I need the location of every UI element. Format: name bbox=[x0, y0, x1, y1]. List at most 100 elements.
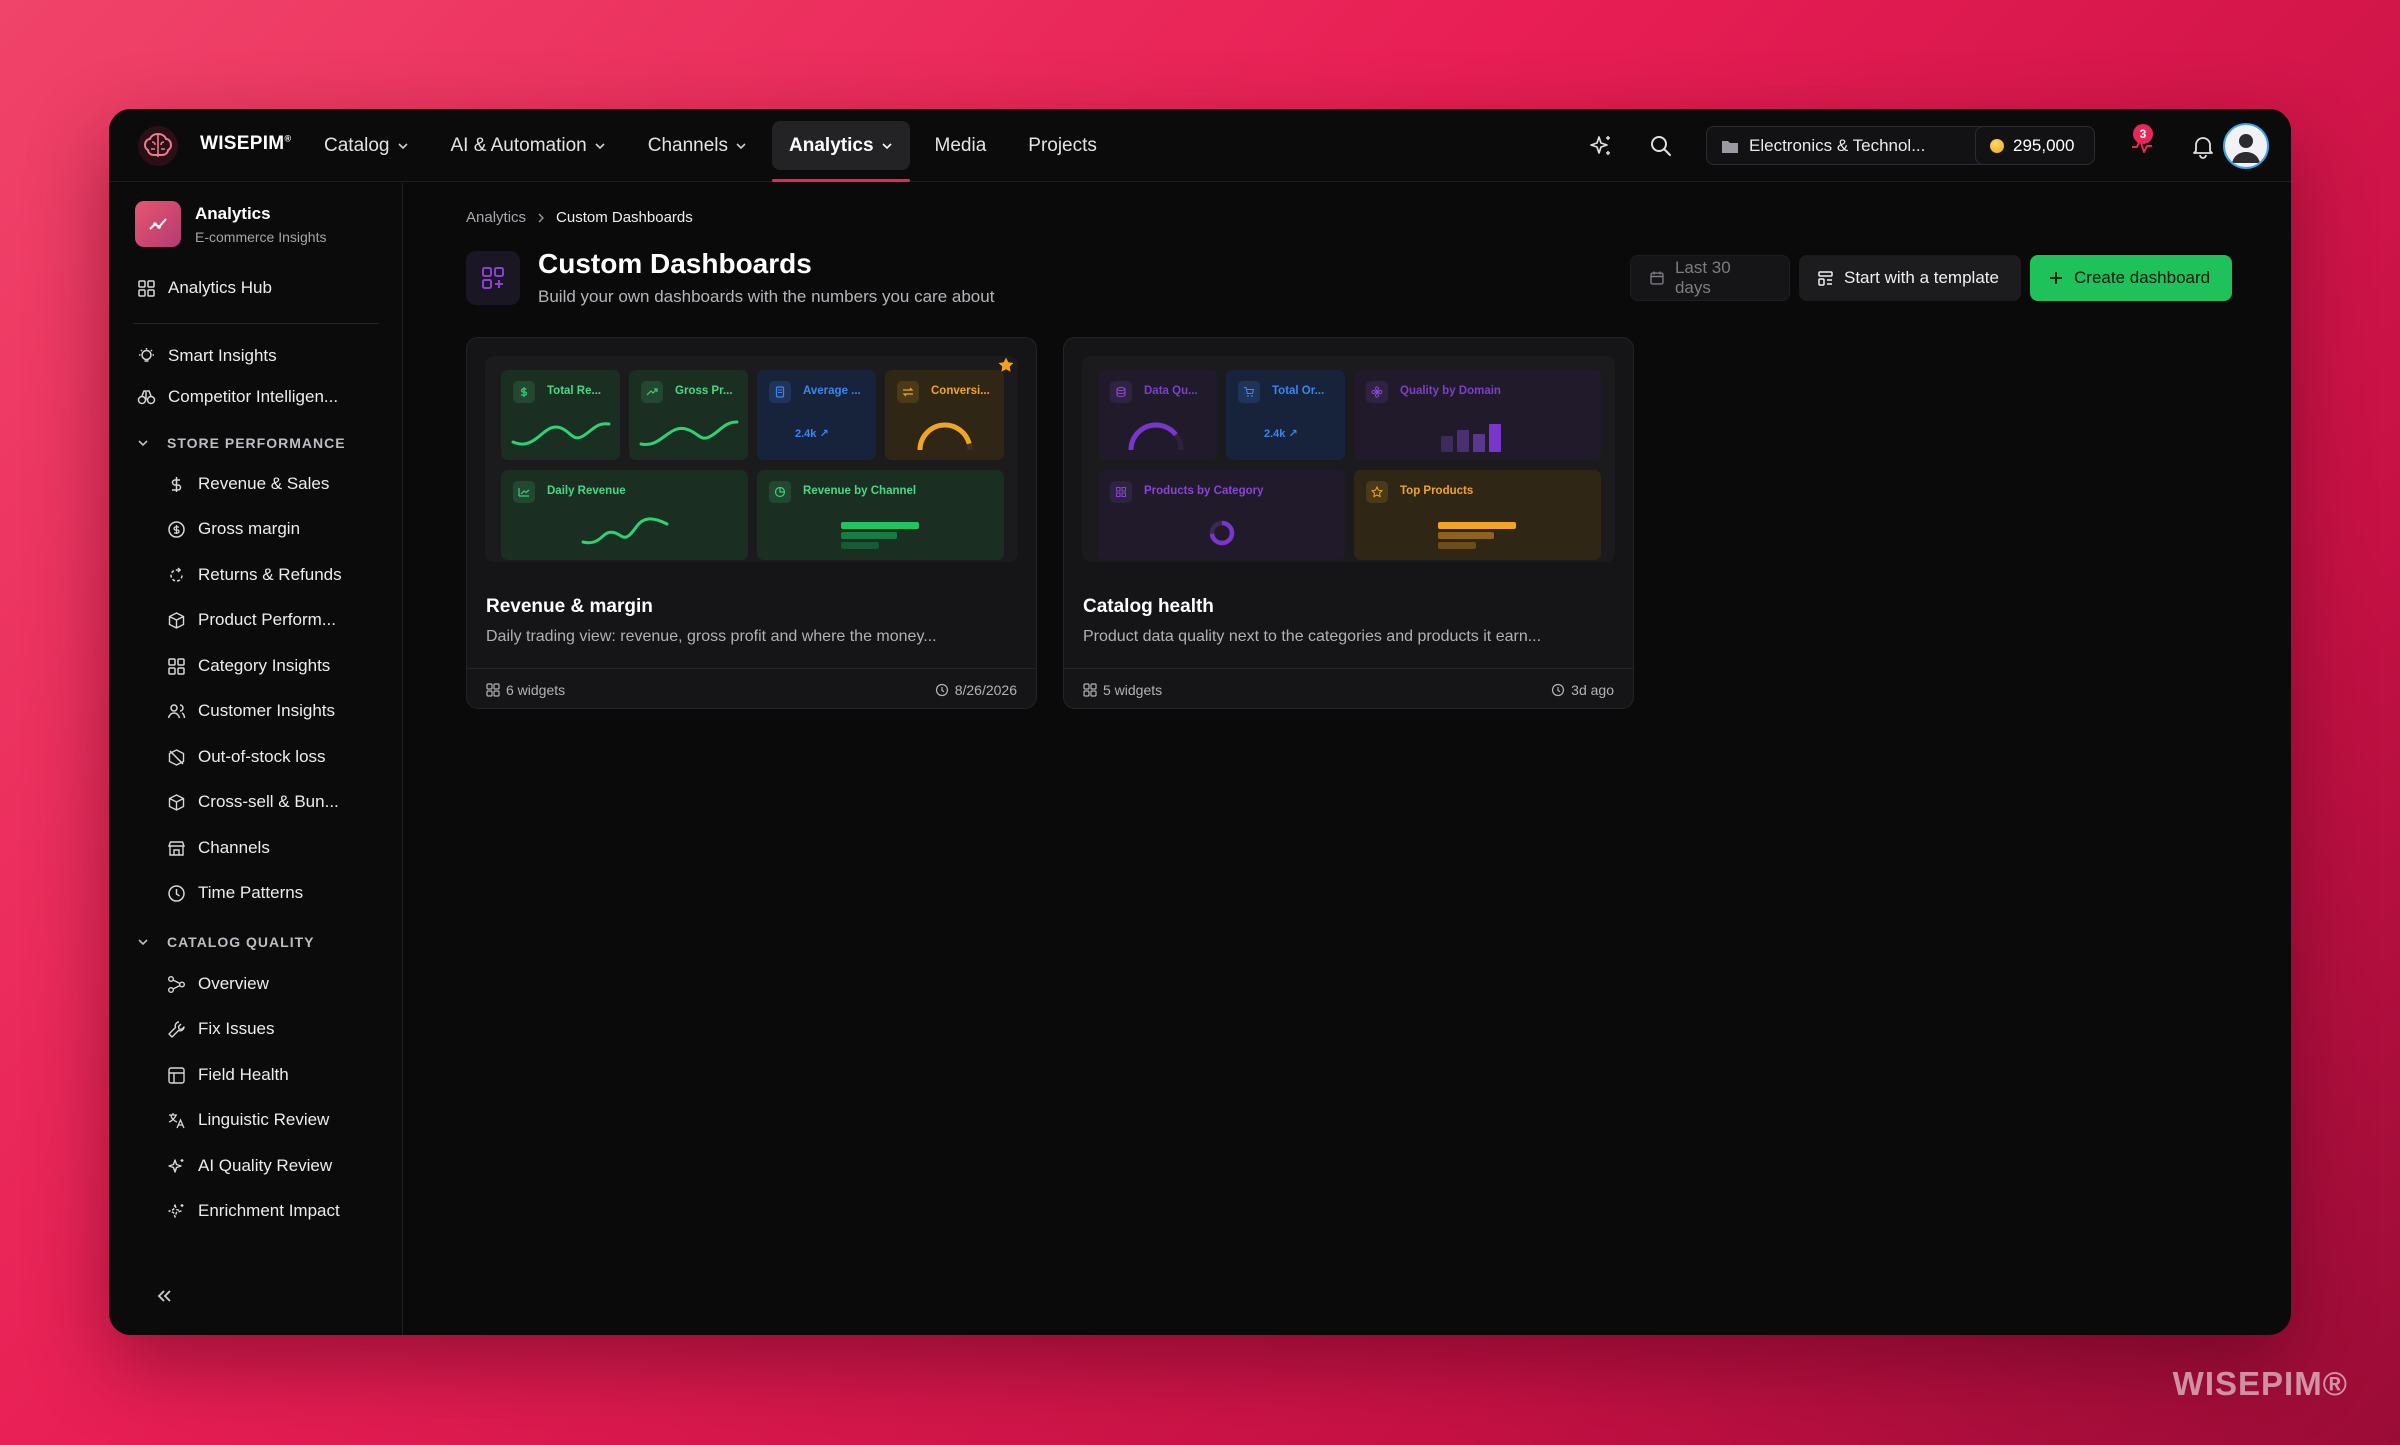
flower-icon bbox=[1366, 381, 1388, 403]
sidebar-item-smart-insights[interactable]: Smart Insights bbox=[137, 336, 277, 376]
nav-catalog[interactable]: Catalog bbox=[307, 121, 426, 170]
section-store-performance[interactable]: STORE PERFORMANCE bbox=[137, 428, 346, 458]
org-selector-label: Electronics & Technol... bbox=[1749, 135, 1926, 155]
user-avatar[interactable] bbox=[2223, 123, 2269, 169]
nav-media[interactable]: Media bbox=[918, 121, 1004, 170]
nav-projects[interactable]: Projects bbox=[1011, 121, 1114, 170]
sparkles-icon[interactable] bbox=[1588, 133, 1614, 159]
layout-grid-plus-icon bbox=[466, 251, 520, 305]
updated-date: 8/26/2026 bbox=[935, 682, 1017, 698]
brand-watermark: WISEPIM® bbox=[2172, 1365, 2348, 1402]
kpi-value: 2.4k ↗ bbox=[1264, 428, 1298, 440]
sidebar-item-customer-insights[interactable]: Customer Insights bbox=[167, 691, 335, 731]
sidebar-item-channels[interactable]: Channels bbox=[167, 828, 270, 868]
sidebar-item-label: Competitor Intelligen... bbox=[168, 387, 339, 406]
brain-logo-icon[interactable] bbox=[137, 125, 179, 167]
sidebar-title: Analytics bbox=[195, 203, 271, 223]
sidebar-item-fix-issues[interactable]: Fix Issues bbox=[167, 1009, 275, 1049]
nav-label: Media bbox=[934, 134, 987, 156]
template-button-label: Start with a template bbox=[1844, 268, 1999, 287]
page-title: Custom Dashboards bbox=[538, 248, 812, 279]
nav-label: Catalog bbox=[324, 134, 390, 156]
sidebar-item-ai-quality-review[interactable]: AI Quality Review bbox=[167, 1146, 332, 1186]
sidebar-item-enrichment-impact[interactable]: Enrichment Impact bbox=[167, 1191, 340, 1231]
bar bbox=[1473, 434, 1485, 452]
sidebar: Analytics E-commerce Insights Analytics … bbox=[109, 183, 403, 1335]
create-dashboard-button[interactable]: Create dashboard bbox=[2030, 255, 2232, 301]
chevron-down-icon bbox=[397, 142, 408, 149]
sparkline bbox=[511, 422, 611, 446]
grid-icon bbox=[1083, 682, 1097, 697]
gauge bbox=[917, 422, 973, 451]
organization-selector[interactable]: Electronics & Technol... bbox=[1706, 126, 2004, 165]
bar bbox=[841, 522, 919, 529]
widget-count-label: 5 widgets bbox=[1103, 681, 1163, 698]
sidebar-item-analytics-hub[interactable]: Analytics Hub bbox=[137, 268, 272, 308]
dollar-icon bbox=[171, 476, 182, 492]
dashboard-card-catalog-health[interactable]: Data Qu... Total Or... 2.4k ↗ Quality by… bbox=[1063, 337, 1634, 709]
star-icon bbox=[1366, 481, 1388, 503]
widget-quality-by-domain: Quality by Domain bbox=[1354, 370, 1601, 460]
top-navigation-bar: WISEPIM® Catalog AI & Automation Channel… bbox=[109, 109, 2291, 182]
sidebar-item-cross-sell-bundles[interactable]: Cross-sell & Bun... bbox=[167, 782, 339, 822]
dashboard-card-revenue-margin[interactable]: Total Re... Gross Pr... Average ... 2.4k… bbox=[466, 337, 1037, 709]
breadcrumb-analytics[interactable]: Analytics bbox=[466, 209, 526, 226]
sidebar-item-out-of-stock-loss[interactable]: Out-of-stock loss bbox=[167, 737, 326, 777]
nav-ai-automation[interactable]: AI & Automation bbox=[434, 121, 623, 170]
sidebar-item-competitor-intelligence[interactable]: Competitor Intelligen... bbox=[137, 377, 338, 417]
workflow-icon bbox=[168, 975, 185, 993]
donut-chart bbox=[1209, 520, 1235, 546]
grid-icon bbox=[138, 279, 155, 297]
widget-data-quality: Data Qu... bbox=[1098, 370, 1217, 460]
app-window: WISEPIM® Catalog AI & Automation Channel… bbox=[109, 109, 2291, 1335]
sidebar-item-label: Customer Insights bbox=[198, 701, 335, 720]
card-title: Catalog health bbox=[1083, 596, 1214, 617]
sidebar-item-time-patterns[interactable]: Time Patterns bbox=[167, 873, 303, 913]
sidebar-item-product-performance[interactable]: Product Perform... bbox=[167, 600, 336, 640]
binoculars-icon bbox=[137, 389, 156, 404]
widget-daily-revenue: Daily Revenue bbox=[501, 470, 748, 560]
sidebar-item-label: Enrichment Impact bbox=[198, 1201, 340, 1220]
gauge bbox=[1128, 422, 1184, 451]
coin-dollar-icon bbox=[168, 520, 185, 538]
wrench-icon bbox=[168, 1020, 185, 1038]
sidebar-item-gross-margin[interactable]: Gross margin bbox=[167, 509, 300, 549]
nav-label: Projects bbox=[1028, 134, 1097, 156]
date-range-button[interactable]: Last 30 days bbox=[1630, 255, 1790, 301]
calendar-icon bbox=[1650, 271, 1664, 285]
credits-balance[interactable]: 295,000 bbox=[1975, 126, 2095, 165]
grid-icon bbox=[168, 657, 185, 675]
sidebar-item-revenue-sales[interactable]: Revenue & Sales bbox=[167, 464, 329, 504]
area-chart-icon bbox=[513, 481, 535, 503]
sidebar-item-linguistic-review[interactable]: Linguistic Review bbox=[167, 1100, 329, 1140]
bar bbox=[1438, 542, 1476, 549]
widget-top-products: Top Products bbox=[1354, 470, 1601, 560]
favorite-star-icon[interactable] bbox=[997, 356, 1015, 374]
search-icon[interactable] bbox=[1648, 133, 1674, 159]
widget-count-label: 6 widgets bbox=[506, 681, 566, 698]
sidebar-item-label: Out-of-stock loss bbox=[198, 747, 326, 766]
bar bbox=[1489, 424, 1501, 452]
nav-channels[interactable]: Channels bbox=[631, 121, 764, 170]
start-with-template-button[interactable]: Start with a template bbox=[1799, 255, 2021, 301]
sidebar-item-returns-refunds[interactable]: Returns & Refunds bbox=[167, 555, 342, 595]
widget-label: Average ... bbox=[803, 385, 861, 397]
trending-up-icon bbox=[641, 381, 663, 403]
section-catalog-quality[interactable]: CATALOG QUALITY bbox=[137, 927, 314, 957]
clock-icon bbox=[935, 683, 948, 696]
nav-label: Channels bbox=[647, 134, 729, 156]
widget-conversion: Conversi... bbox=[885, 370, 1004, 460]
nav-analytics[interactable]: Analytics bbox=[772, 121, 911, 182]
clock-icon bbox=[168, 884, 185, 902]
sidebar-item-label: Category Insights bbox=[198, 656, 331, 675]
widget-label: Top Products bbox=[1400, 485, 1474, 497]
card-footer: 6 widgets 8/26/2026 bbox=[467, 668, 1036, 710]
sidebar-item-category-insights[interactable]: Category Insights bbox=[167, 646, 330, 686]
collapse-sidebar-icon[interactable] bbox=[153, 1285, 175, 1307]
bell-icon[interactable] bbox=[2190, 133, 2216, 159]
sidebar-item-field-health[interactable]: Field Health bbox=[167, 1055, 289, 1095]
updated-label: 3d ago bbox=[1571, 681, 1614, 698]
users-icon bbox=[167, 703, 186, 718]
sidebar-item-overview[interactable]: Overview bbox=[167, 964, 269, 1004]
sidebar-item-label: Fix Issues bbox=[198, 1019, 275, 1038]
